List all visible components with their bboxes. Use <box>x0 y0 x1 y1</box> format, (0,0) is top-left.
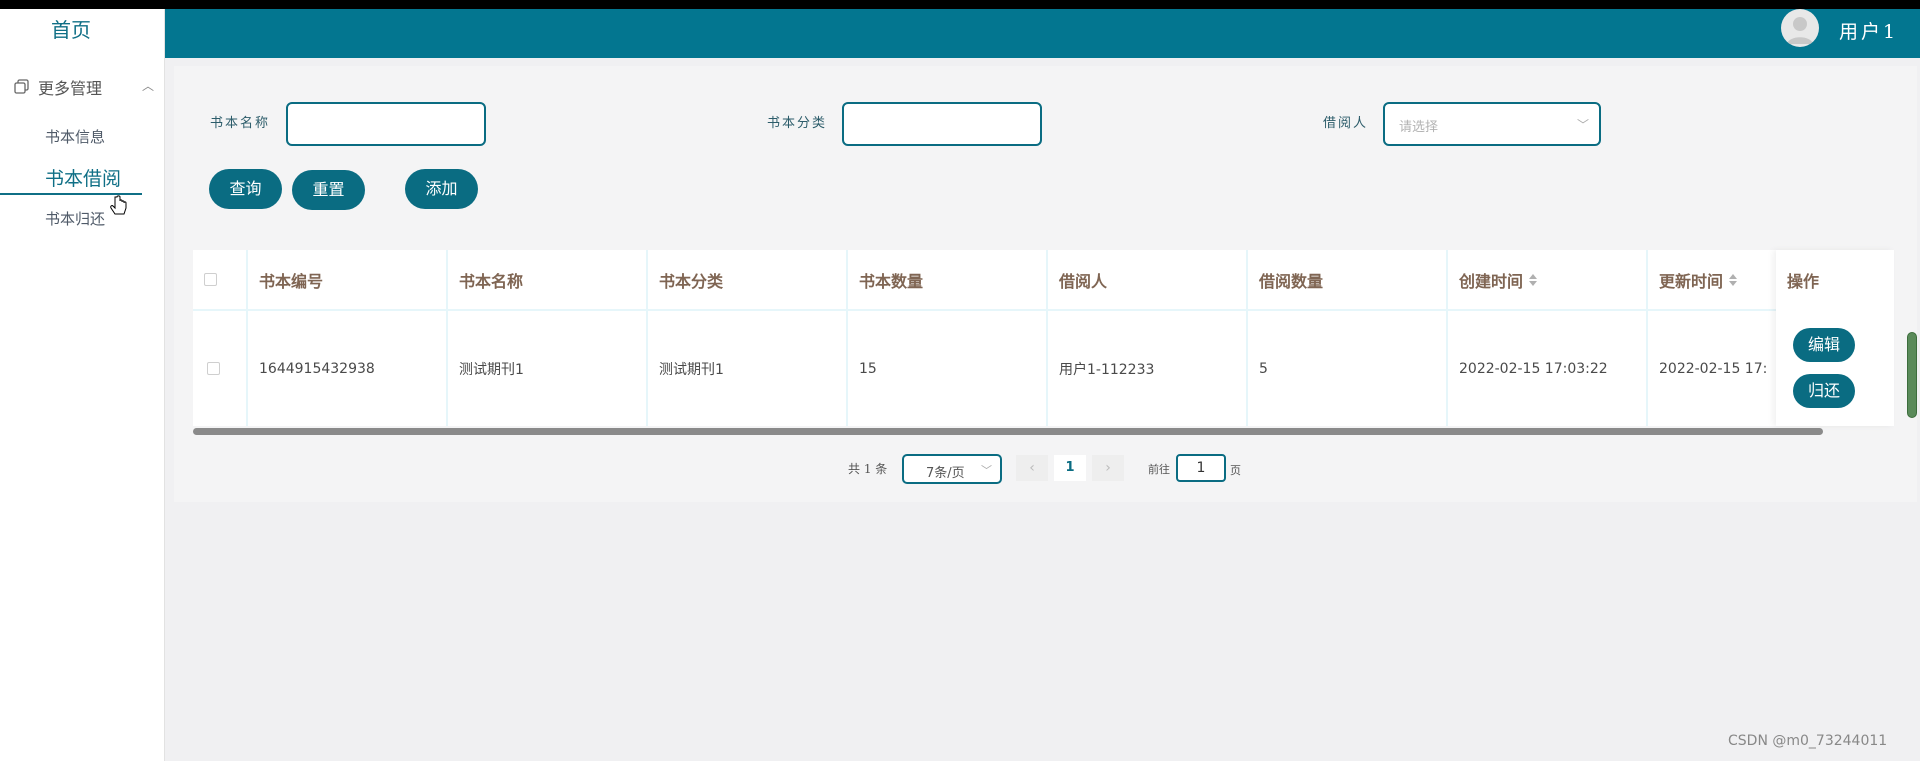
column-header: 借阅人 <box>1048 250 1248 309</box>
table-cell: 2022-02-15 17:03:22 <box>1448 311 1648 426</box>
sidebar-item-label: 书本归还 <box>45 210 106 228</box>
sidebar: 首页 更多管理 ︿ 书本信息 书本借阅 书本归还 <box>0 9 165 761</box>
select-all-checkbox[interactable] <box>204 273 217 286</box>
column-header-label: 创建时间 <box>1459 271 1524 291</box>
edit-button[interactable]: 编辑 <box>1793 328 1855 362</box>
book-category-label: 书本分类 <box>767 116 828 131</box>
sidebar-item-label: 书本信息 <box>45 128 106 146</box>
column-header: 书本名称 <box>448 250 648 309</box>
add-button[interactable]: 添加 <box>405 169 478 209</box>
table-cell: 5 <box>1248 311 1448 426</box>
book-category-input[interactable] <box>842 102 1042 146</box>
next-page-button[interactable]: › <box>1092 455 1124 481</box>
hand-cursor-icon <box>110 195 127 215</box>
borrower-select[interactable]: 请选择 ﹀ <box>1383 102 1601 146</box>
goto-page-input[interactable]: 1 <box>1176 454 1226 482</box>
column-header: 操作 <box>1776 250 1894 309</box>
chevron-down-icon: ﹀ <box>981 464 992 477</box>
table-cell: 15 <box>848 311 1048 426</box>
chevron-down-icon: ﹀ <box>1576 118 1589 132</box>
reset-button[interactable]: 重置 <box>292 170 365 210</box>
username[interactable]: 用户1 <box>1839 17 1898 44</box>
table-cell: 1644915432938 <box>248 311 448 426</box>
sort-icon[interactable] <box>1729 273 1738 286</box>
page-number-current[interactable]: 1 <box>1054 455 1086 481</box>
goto-label: 前往 <box>1148 463 1170 476</box>
select-all-cell <box>193 250 248 309</box>
table-cell: 用户1-112233 <box>1048 311 1248 426</box>
page-suffix: 页 <box>1230 464 1241 477</box>
actions-column: 操作 编辑 归还 <box>1776 250 1894 426</box>
data-table: 书本编号 书本名称 书本分类 书本数量 借阅人 借阅数量 创建时间 更新时间 1… <box>193 250 1894 426</box>
sidebar-group-more-management[interactable]: 更多管理 ︿ <box>14 75 154 99</box>
prev-page-button[interactable]: ‹ <box>1016 455 1048 481</box>
row-select-cell <box>193 311 248 426</box>
watermark: CSDN @m0_73244011 <box>1728 733 1888 749</box>
query-button[interactable]: 查询 <box>209 169 282 209</box>
book-name-label: 书本名称 <box>210 116 271 131</box>
page-size-select[interactable]: 7条/页 ﹀ <box>902 454 1002 484</box>
borrower-label: 借阅人 <box>1323 116 1369 131</box>
top-header <box>165 9 1920 58</box>
return-button[interactable]: 归还 <box>1793 374 1855 408</box>
chevron-up-icon: ︿ <box>141 79 154 93</box>
column-header-label: 更新时间 <box>1659 271 1724 291</box>
column-header: 书本编号 <box>248 250 448 309</box>
avatar[interactable] <box>1781 9 1819 47</box>
table-cell: 测试期刊1 <box>648 311 848 426</box>
window-top-bar <box>0 0 1920 9</box>
table-cell: 测试期刊1 <box>448 311 648 426</box>
book-name-input[interactable] <box>286 102 486 146</box>
column-header: 借阅数量 <box>1248 250 1448 309</box>
copy-icon <box>14 79 30 95</box>
sidebar-item-book-borrow[interactable]: 书本借阅 <box>0 164 142 195</box>
column-header: 书本数量 <box>848 250 1048 309</box>
horizontal-scrollbar[interactable] <box>193 428 1823 435</box>
vertical-scrollbar[interactable] <box>1907 332 1917 418</box>
row-checkbox[interactable] <box>207 362 220 375</box>
sidebar-item-label: 书本借阅 <box>45 168 122 190</box>
sort-icon[interactable] <box>1529 273 1538 286</box>
page-size-value: 7条/页 <box>926 466 965 481</box>
pagination-total: 共 1 条 <box>848 462 888 476</box>
column-header-created[interactable]: 创建时间 <box>1448 250 1648 309</box>
column-header: 书本分类 <box>648 250 848 309</box>
sidebar-home-link[interactable]: 首页 <box>0 14 142 43</box>
borrower-placeholder: 请选择 <box>1399 120 1439 135</box>
sidebar-group-label: 更多管理 <box>38 79 103 98</box>
